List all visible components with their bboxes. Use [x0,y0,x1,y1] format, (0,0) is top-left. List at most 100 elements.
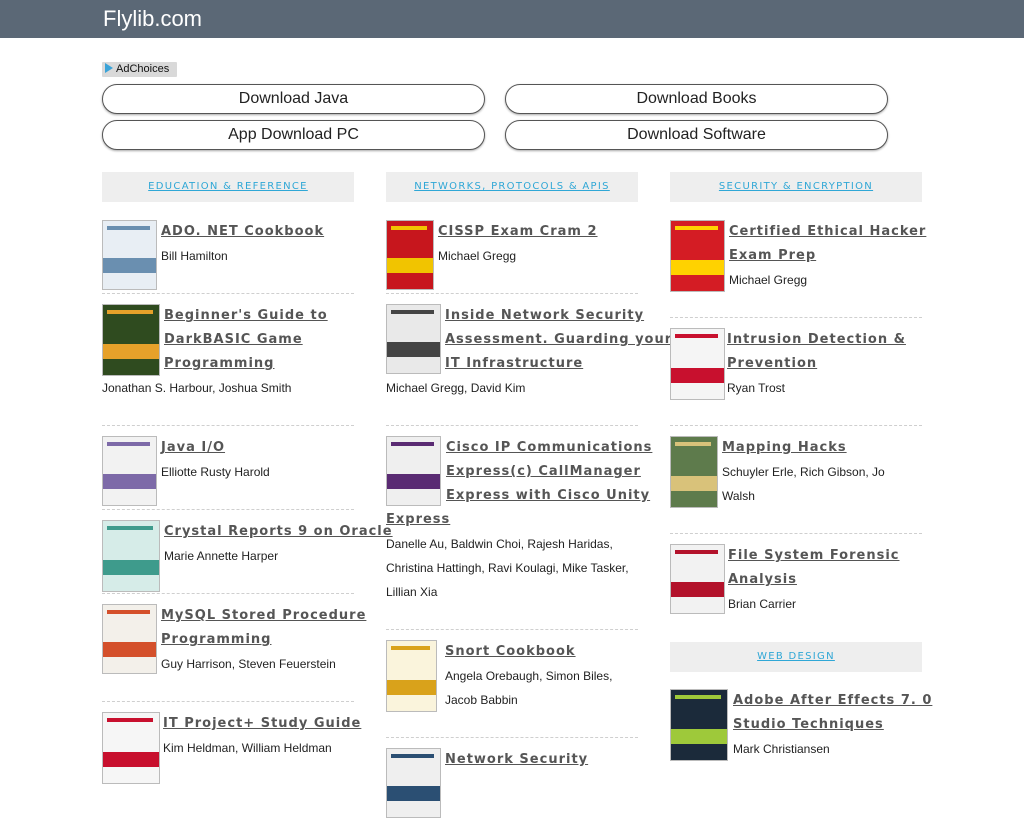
book-cover-image[interactable] [102,520,160,592]
book-cover-stripe [675,550,718,554]
book-cover-band [671,582,724,597]
book-cover-stripe [107,442,150,446]
book-cover-image[interactable] [386,640,437,712]
adchoices-label: AdChoices [116,63,170,75]
book-author: Walsh [722,489,755,503]
ad-button-app-download-pc[interactable]: App Download PC [102,120,485,150]
site-logo[interactable]: Flylib.com [103,6,202,32]
category-heading-security[interactable]: SECURITY & ENCRYPTION [670,172,922,202]
book-cover-stripe [391,226,427,230]
ad-button-download-books[interactable]: Download Books [505,84,888,114]
book-cover-band [671,260,724,275]
book-title-link[interactable]: MySQL Stored Procedure [161,604,366,628]
book-cover-image[interactable] [386,304,441,374]
book-title-link[interactable]: Adobe After Effects 7. 0 [733,689,932,713]
book-cover-image[interactable] [670,689,728,761]
book-cover-stripe [391,442,434,446]
book-separator [102,509,354,510]
book-author: Bill Hamilton [161,249,228,263]
book-title-link[interactable]: DarkBASIC Game [164,328,303,352]
book-cover-image[interactable] [102,712,160,784]
book-title-link[interactable]: Snort Cookbook [445,640,576,664]
book-title-link[interactable]: IT Infrastructure [445,352,583,376]
book-cover-band [671,476,717,491]
book-separator [386,629,638,630]
book-author: Brian Carrier [728,597,797,611]
book-cover-band [387,680,436,695]
book-cover-band [103,560,159,575]
book-cover-image[interactable] [670,436,718,508]
book-title-link[interactable]: Express with Cisco Unity [446,484,650,508]
book-author: Lillian Xia [386,585,438,599]
book-separator [670,317,922,318]
book-cover-image[interactable] [102,220,157,290]
book-cover-stripe [675,334,718,338]
book-title-link[interactable]: CISSP Exam Cram 2 [438,220,598,244]
book-author: Danelle Au, Baldwin Choi, Rajesh Haridas… [386,537,613,551]
book-separator [102,701,354,702]
book-title-link[interactable]: Cisco IP Communications [446,436,652,460]
book-title-link[interactable]: Programming [164,352,274,376]
book-cover-stripe [107,226,150,230]
book-author: Michael Gregg [729,273,808,287]
book-title-link[interactable]: Crystal Reports 9 on Oracle [164,520,393,544]
book-separator [670,425,922,426]
book-author: Ryan Trost [727,381,786,395]
book-title-link[interactable]: Inside Network Security [445,304,644,328]
book-cover-image[interactable] [102,604,157,674]
book-title-link[interactable]: Intrusion Detection & [727,328,906,352]
book-title-link[interactable]: Prevention [727,352,817,376]
book-title-link[interactable]: Express [386,508,450,532]
book-cover-stripe [391,310,434,314]
book-cover-image[interactable] [102,304,160,376]
book-title-link[interactable]: Java I/O [161,436,225,460]
adchoices-badge[interactable]: AdChoices [102,62,177,77]
book-title-link[interactable]: File System Forensic [728,544,899,568]
book-author: Elliotte Rusty Harold [161,465,270,479]
book-author: Angela Orebaugh, Simon Biles, [445,669,613,683]
ad-button-download-software[interactable]: Download Software [505,120,888,150]
category-heading-networks[interactable]: NETWORKS, PROTOCOLS & APIS [386,172,638,202]
adchoices-icon [105,63,113,73]
book-cover-band [387,786,440,801]
book-cover-image[interactable] [670,544,725,614]
book-cover-image[interactable] [670,220,725,292]
book-cover-stripe [675,442,711,446]
book-cover-stripe [107,610,150,614]
book-title-link[interactable]: Beginner's Guide to [164,304,328,328]
book-separator [102,293,354,294]
book-cover-stripe [675,695,721,699]
book-cover-image[interactable] [670,328,725,400]
book-title-link[interactable]: Exam Prep [729,244,816,268]
book-title-link[interactable]: Network Security [445,748,588,772]
ad-button-download-java[interactable]: Download Java [102,84,485,114]
book-cover-band [387,258,433,273]
book-title-link[interactable]: Assessment. Guarding your [445,328,672,352]
book-cover-band [103,474,156,489]
book-cover-band [387,342,440,357]
book-separator [386,737,638,738]
book-cover-stripe [391,646,430,650]
book-cover-band [103,258,156,273]
book-author: Kim Heldman, William Heldman [163,741,332,755]
book-cover-image[interactable] [102,436,157,506]
book-cover-stripe [391,754,434,758]
book-title-link[interactable]: Analysis [728,568,797,592]
category-heading-education[interactable]: EDUCATION & REFERENCE [102,172,354,202]
site-header: Flylib.com [0,0,1024,38]
book-cover-image[interactable] [386,436,441,506]
book-title-link[interactable]: IT Project+ Study Guide [163,712,361,736]
category-heading-web-design[interactable]: WEB DESIGN [670,642,922,672]
book-cover-stripe [675,226,718,230]
book-cover-stripe [107,526,153,530]
book-cover-image[interactable] [386,220,434,290]
book-author: Michael Gregg, David Kim [386,381,526,395]
book-title-link[interactable]: Programming [161,628,271,652]
book-title-link[interactable]: Express(c) CallManager [446,460,641,484]
book-separator [102,593,354,594]
book-title-link[interactable]: Mapping Hacks [722,436,847,460]
book-title-link[interactable]: Studio Techniques [733,713,884,737]
book-cover-image[interactable] [386,748,441,818]
book-title-link[interactable]: ADO. NET Cookbook [161,220,324,244]
book-title-link[interactable]: Certified Ethical Hacker [729,220,926,244]
